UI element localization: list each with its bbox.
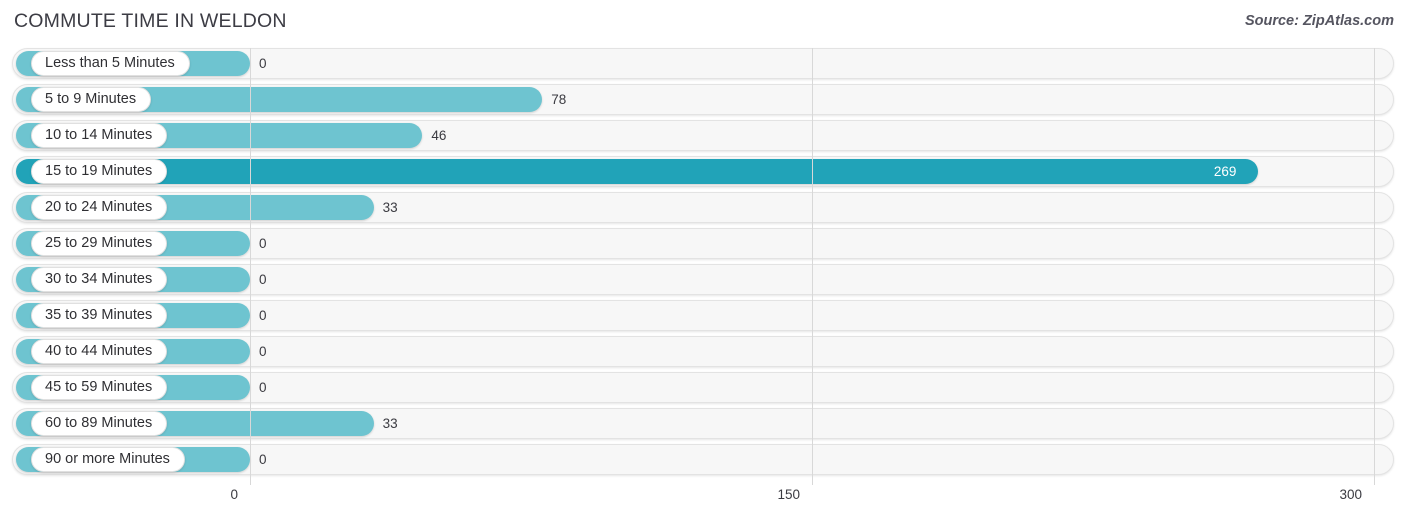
- category-label: 20 to 24 Minutes: [45, 199, 153, 216]
- category-label-pill: 60 to 89 Minutes: [31, 411, 168, 436]
- category-label: 45 to 59 Minutes: [45, 379, 153, 396]
- bar-value-label: 0: [259, 236, 267, 251]
- bar-row[interactable]: 90 or more Minutes 0: [0, 444, 1406, 475]
- bar-row[interactable]: 10 to 14 Minutes 46: [0, 120, 1406, 151]
- category-label-pill: 5 to 9 Minutes: [31, 87, 152, 112]
- category-label: 60 to 89 Minutes: [45, 415, 153, 432]
- category-label: 5 to 9 Minutes: [45, 91, 137, 108]
- chart-page: COMMUTE TIME IN WELDON Source: ZipAtlas.…: [0, 0, 1406, 523]
- bar-value-label: 269: [1213, 164, 1237, 179]
- bar-value-label: 46: [431, 128, 447, 143]
- category-label-pill: 20 to 24 Minutes: [31, 195, 168, 220]
- category-label: 25 to 29 Minutes: [45, 235, 153, 252]
- bar-row[interactable]: 15 to 19 Minutes 269: [0, 156, 1406, 187]
- bar-value-label: 0: [259, 308, 267, 323]
- category-label-pill: 90 or more Minutes: [31, 447, 185, 472]
- axis-tick-label: 0: [230, 487, 238, 502]
- bar-rows: Less than 5 Minutes 0 5 to 9 Minutes 78 10 t…: [0, 48, 1406, 480]
- category-label: 30 to 34 Minutes: [45, 271, 153, 288]
- bar-row[interactable]: 45 to 59 Minutes 0: [0, 372, 1406, 403]
- bar-row[interactable]: 30 to 34 Minutes 0: [0, 264, 1406, 295]
- bar-row[interactable]: 5 to 9 Minutes 78: [0, 84, 1406, 115]
- category-label-pill: 10 to 14 Minutes: [31, 123, 168, 148]
- bar-value-label: 78: [551, 92, 567, 107]
- category-label: 10 to 14 Minutes: [45, 127, 153, 144]
- bar-value-label: 0: [259, 452, 267, 467]
- category-label: 15 to 19 Minutes: [45, 163, 153, 180]
- source-attribution: Source: ZipAtlas.com: [1244, 13, 1394, 29]
- category-label-pill: 15 to 19 Minutes: [31, 159, 168, 184]
- category-label: Less than 5 Minutes: [45, 55, 175, 72]
- bar-row[interactable]: 40 to 44 Minutes 0: [0, 336, 1406, 367]
- category-label: 35 to 39 Minutes: [45, 307, 153, 324]
- bar-value-label: 0: [259, 380, 267, 395]
- bar-value-label: 33: [382, 416, 398, 431]
- bar-row[interactable]: 20 to 24 Minutes 33: [0, 192, 1406, 223]
- bar-value-label: 0: [259, 56, 267, 71]
- bar-row[interactable]: Less than 5 Minutes 0: [0, 48, 1406, 79]
- bar[interactable]: [16, 159, 1258, 184]
- category-label-pill: 40 to 44 Minutes: [31, 339, 168, 364]
- category-label: 40 to 44 Minutes: [45, 343, 153, 360]
- bar-value-label: 0: [259, 272, 267, 287]
- bar-row[interactable]: 25 to 29 Minutes 0: [0, 228, 1406, 259]
- category-label-pill: Less than 5 Minutes: [31, 51, 190, 76]
- category-label-pill: 35 to 39 Minutes: [31, 303, 168, 328]
- category-label: 90 or more Minutes: [45, 451, 170, 468]
- x-axis: 0 150 300: [0, 487, 1406, 517]
- category-label-pill: 45 to 59 Minutes: [31, 375, 168, 400]
- bar-row[interactable]: 60 to 89 Minutes 33: [0, 408, 1406, 439]
- bar-value-label: 33: [382, 200, 398, 215]
- category-label-pill: 30 to 34 Minutes: [31, 267, 168, 292]
- page-title: COMMUTE TIME IN WELDON: [14, 10, 287, 32]
- plot-area: Less than 5 Minutes 0 5 to 9 Minutes 78 10 t…: [0, 48, 1406, 485]
- axis-tick-label: 150: [777, 487, 800, 502]
- axis-tick-label: 300: [1339, 487, 1362, 502]
- category-label-pill: 25 to 29 Minutes: [31, 231, 168, 256]
- bar-value-label: 0: [259, 344, 267, 359]
- bar-row[interactable]: 35 to 39 Minutes 0: [0, 300, 1406, 331]
